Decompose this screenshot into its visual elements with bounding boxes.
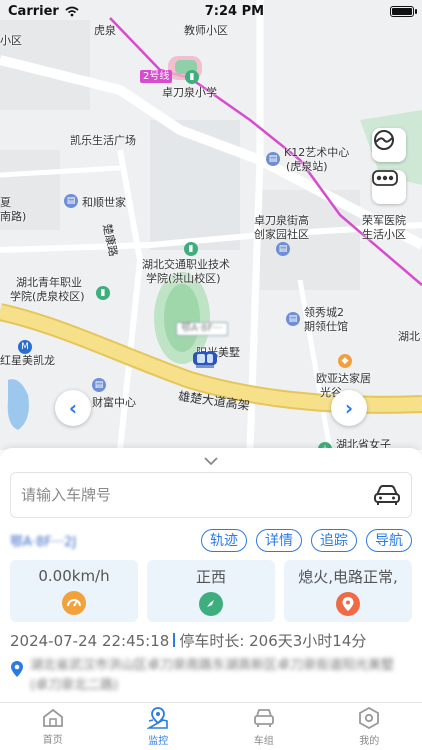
location-pin-icon bbox=[336, 592, 360, 617]
traffic-toggle-button[interactable] bbox=[372, 170, 406, 204]
clock: 7:24 PM bbox=[204, 3, 265, 19]
divider bbox=[173, 633, 176, 647]
tab-profile[interactable]: 我的 bbox=[317, 703, 422, 750]
map-label-ouya-1: 欧亚达家居 bbox=[316, 372, 371, 385]
plate-row: 鄂A·8F···2J 轨迹 详情 追踪 导航 bbox=[10, 528, 412, 552]
youth-college-poi-icon: ▮ bbox=[96, 286, 110, 300]
traffic-icon bbox=[372, 170, 398, 186]
last-update-time: 2024-07-24 22:45:18 bbox=[10, 632, 170, 650]
car-plate-tag: 鄂A·8F··· bbox=[176, 322, 228, 336]
parking-duration: 停车时长: 206天3小时14分 bbox=[179, 632, 367, 650]
map-label-south-road: 南路) bbox=[0, 210, 27, 223]
tab-fleet[interactable]: 车组 bbox=[211, 703, 317, 750]
ignition-status: 熄火,电路正常, bbox=[298, 567, 398, 586]
speed-value: 0.00km/h bbox=[38, 566, 110, 585]
map-label-teacher-community: 教师小区 bbox=[184, 24, 228, 37]
map-label-zhuodaoquan-street-1: 卓刀泉街高 bbox=[254, 214, 309, 227]
map-label-metro-line2: 2号线 bbox=[140, 70, 173, 83]
direction-card: 正西 bbox=[147, 560, 275, 622]
follow-button[interactable]: 追踪 bbox=[311, 528, 357, 552]
details-button[interactable]: 详情 bbox=[256, 528, 302, 552]
map-label-k12-center: K12艺术中心 bbox=[284, 146, 350, 159]
map-label-hubei-right: 湖北 bbox=[398, 330, 420, 343]
map-label-hongxing: 红星美凯龙 bbox=[0, 354, 55, 367]
layers-toggle-button[interactable] bbox=[372, 128, 406, 162]
car-icon bbox=[253, 708, 274, 727]
map-label-k12-station: (虎泉站) bbox=[286, 160, 328, 173]
plate-search-input[interactable] bbox=[21, 486, 373, 504]
track-button[interactable]: 轨迹 bbox=[201, 528, 247, 552]
map-label-caifu: 财富中心 bbox=[92, 396, 136, 409]
map-label-kaile-plaza: 凯乐生活广场 bbox=[70, 134, 136, 147]
home-icon bbox=[42, 708, 63, 727]
tab-fleet-label: 车组 bbox=[253, 735, 274, 747]
chevron-left-icon: ‹ bbox=[68, 396, 78, 420]
tab-home-label: 首页 bbox=[42, 734, 63, 746]
speedometer-icon bbox=[62, 591, 86, 616]
map-label-youth-college-2: 学院(虎泉校区) bbox=[10, 290, 85, 303]
globe-icon bbox=[374, 130, 394, 150]
tab-home[interactable]: 首页 bbox=[0, 703, 106, 750]
status-bar: Carrier 7:24 PM bbox=[0, 0, 422, 22]
map-label-traffic-college-1: 湖北交通职业技术 bbox=[142, 258, 230, 271]
search-box bbox=[10, 472, 412, 518]
carrier-label: Carrier bbox=[8, 3, 59, 19]
map-label-traffic-college-2: 学院(洪山校区) bbox=[146, 272, 221, 285]
time-row: 2024-07-24 22:45:18 停车时长: 206天3小时14分 bbox=[10, 630, 366, 651]
vehicle-panel: 鄂A·8F···2J 轨迹 详情 追踪 导航 0.00km/h 正西 熄火,电路… bbox=[0, 448, 422, 702]
speed-card: 0.00km/h bbox=[10, 560, 138, 622]
tab-monitor[interactable]: 监控 bbox=[106, 703, 212, 750]
college-poi-icon: ▮ bbox=[184, 242, 198, 256]
map-label-heshun: 和顺世家 bbox=[82, 196, 126, 209]
map-label-lingxiu-2: 期领仕馆 bbox=[304, 320, 348, 333]
tab-monitor-label: 监控 bbox=[148, 735, 169, 747]
school-poi-icon: ▮ bbox=[185, 70, 199, 84]
vehicle-address: 湖北省武汉市洪山区卓刀泉南路东湖高新区卓刀泉街道阳光美墅(卓刀泉北二路) bbox=[30, 658, 395, 693]
compass-icon bbox=[199, 592, 223, 617]
map-label-zhuodaoquan-street-2: 创家园社区 bbox=[254, 228, 309, 241]
tab-profile-label: 我的 bbox=[359, 735, 380, 747]
navigate-button[interactable]: 导航 bbox=[366, 528, 412, 552]
plate-number: 鄂A·8F···2J bbox=[10, 534, 77, 550]
ouya-poi-icon: ◆ bbox=[338, 354, 352, 368]
ignition-card: 熄火,电路正常, bbox=[284, 560, 412, 622]
wifi-icon bbox=[65, 6, 79, 16]
lingxiu-poi-icon: ▤ bbox=[286, 312, 300, 326]
battery-icon bbox=[390, 5, 417, 17]
map-label-rongjun-2: 生活小区 bbox=[362, 228, 406, 241]
map-view[interactable]: 虎泉 教师小区 小区 2号线 ▮ 卓刀泉小学 凯乐生活广场 ▤ K12艺术中心 … bbox=[0, 0, 422, 450]
map-label-youth-college-1: 湖北青年职业 bbox=[16, 276, 82, 289]
map-label-zhuodaoquan-school: 卓刀泉小学 bbox=[162, 86, 217, 99]
map-label-huquan: 虎泉 bbox=[94, 24, 116, 37]
tab-bar: 首页 监控 车组 我的 bbox=[0, 702, 422, 750]
vehicle-actions: 轨迹 详情 追踪 导航 bbox=[201, 528, 412, 552]
k12-poi-icon: ▤ bbox=[266, 152, 280, 166]
community-poi-icon: ▤ bbox=[276, 242, 290, 256]
map-label-rongjun-1: 荣军医院 bbox=[362, 214, 406, 227]
map-label-small-district: 小区 bbox=[0, 34, 22, 47]
status-cards: 0.00km/h 正西 熄火,电路正常, bbox=[10, 560, 412, 622]
profile-icon bbox=[359, 706, 380, 729]
car-icon[interactable] bbox=[373, 484, 401, 506]
direction-value: 正西 bbox=[195, 567, 226, 586]
map-label-lingxiu-1: 领秀城2 bbox=[304, 306, 344, 319]
next-vehicle-button[interactable]: › bbox=[331, 390, 367, 426]
previous-vehicle-button[interactable]: ‹ bbox=[55, 390, 91, 426]
map-label-summer: 夏 bbox=[0, 196, 11, 209]
map-pin-icon bbox=[147, 706, 169, 729]
address-pin-icon bbox=[11, 661, 23, 677]
address-row: 湖北省武汉市洪山区卓刀泉南路东湖高新区卓刀泉街道阳光美墅(卓刀泉北二路) bbox=[10, 656, 412, 696]
metro-station-icon: M bbox=[18, 340, 32, 354]
car-marker-icon[interactable] bbox=[192, 348, 218, 370]
chevron-right-icon: › bbox=[344, 396, 354, 420]
chevron-down-icon[interactable] bbox=[203, 456, 219, 466]
heshun-poi-icon: ▤ bbox=[64, 194, 78, 208]
caifu-poi-icon: ▤ bbox=[92, 378, 106, 392]
